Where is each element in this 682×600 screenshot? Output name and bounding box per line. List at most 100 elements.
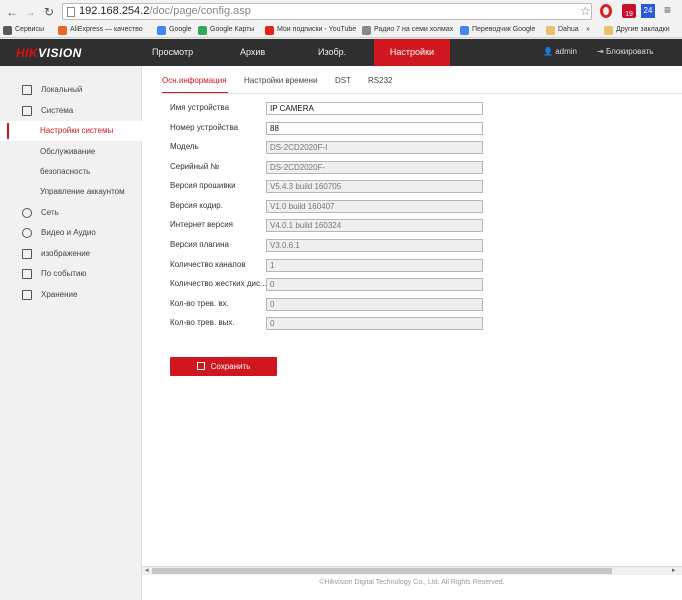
user-account[interactable]: 👤 admin	[543, 47, 577, 56]
field-label: Версия плагина	[170, 240, 229, 249]
alarm-input-count-field: 0	[266, 298, 483, 311]
sidebar-item-maintenance[interactable]: Обслуживание	[0, 142, 142, 162]
tab-divider	[162, 93, 682, 94]
scroll-left-icon[interactable]: ◂	[145, 566, 149, 574]
sidebar-item-system-settings[interactable]: Настройки системы	[0, 121, 142, 141]
username: admin	[555, 47, 577, 56]
main-panel: Осн.информация Настройки времени DST RS2…	[142, 66, 682, 600]
channel-count-field: 1	[266, 259, 483, 272]
tab-basic-info[interactable]: Осн.информация	[162, 76, 227, 85]
sidebar-item-label: Локальный	[41, 85, 83, 94]
browser-menu-icon[interactable]: ≡	[664, 3, 671, 17]
alarm-output-count-field: 0	[266, 317, 483, 330]
user-icon: 👤	[543, 47, 553, 56]
sidebar-item-user-management[interactable]: Управление аккаунтом	[0, 182, 142, 202]
bookmark-youtube[interactable]: Мои подписки - YouTube	[265, 24, 356, 36]
form-row-alarm-outputs: Кол-во трев. вых. 0	[170, 317, 490, 331]
sidebar-item-local[interactable]: Локальный	[0, 80, 142, 100]
sidebar-item-label: Настройки системы	[40, 126, 114, 135]
nav-playback[interactable]: Архив	[240, 39, 265, 66]
bookmark-dahua[interactable]: Dahua	[546, 24, 579, 36]
extension-counter-value: 24	[643, 6, 653, 15]
form-row-plugin-version: Версия плагина V3.0.6.1	[170, 239, 490, 253]
hikvision-logo: HIKVISION	[16, 46, 82, 60]
horizontal-scrollbar[interactable]: ◂ ▸	[142, 566, 682, 575]
translate-icon	[460, 25, 469, 35]
logout-button[interactable]: ⇥ Блокировать	[597, 47, 653, 56]
device-number-input[interactable]	[266, 122, 483, 135]
sidebar-item-storage[interactable]: Хранение	[0, 285, 142, 305]
form-row-hdd-count: Количество жестких дис... 0	[170, 278, 490, 292]
sidebar-item-label: Хранение	[41, 290, 78, 299]
form-row-encoder: Версия кодир. V1.0 build 160407	[170, 200, 490, 214]
bookmarks-bar: Сервисы AliExpress — качество Google Goo…	[0, 22, 682, 38]
extension-counter-icon[interactable]: 24	[641, 4, 655, 18]
bookmark-label: Google	[169, 26, 192, 33]
sidebar-item-label: По событию	[41, 269, 87, 278]
sidebar-item-security[interactable]: безопасность	[0, 162, 142, 182]
url-host: 192.168.254.2	[79, 5, 150, 17]
bookmarks-overflow[interactable]: »	[586, 24, 590, 36]
opera-icon[interactable]	[600, 4, 612, 18]
plugin-version-field: V3.0.6.1	[266, 239, 483, 252]
nav-configuration[interactable]: Настройки	[374, 39, 450, 66]
address-bar[interactable]: 192.168.254.2/doc/page/config.asp	[62, 3, 592, 20]
sidebar-item-label: Управление аккаунтом	[40, 187, 125, 196]
radio-icon	[362, 25, 371, 35]
field-label: Номер устройства	[170, 123, 239, 132]
bookmark-star-icon[interactable]: ☆	[580, 4, 591, 18]
logout-icon: ⇥	[597, 47, 604, 56]
sidebar-item-video-audio[interactable]: Видео и Аудио	[0, 223, 142, 243]
scroll-right-icon[interactable]: ▸	[672, 566, 676, 574]
nav-live-view[interactable]: Просмотр	[152, 39, 193, 66]
field-label: Кол-во трев. вых.	[170, 318, 235, 327]
bookmark-other[interactable]: Другие закладки	[604, 24, 670, 36]
scrollbar-thumb[interactable]	[152, 568, 612, 574]
extension-badge-icon[interactable]: 19	[622, 4, 636, 18]
sidebar-item-label: Система	[41, 106, 74, 115]
forward-arrow-icon[interactable]: →	[24, 5, 36, 19]
bookmark-translate[interactable]: Переводчик Google	[460, 24, 535, 36]
field-label: Имя устройства	[170, 103, 230, 112]
microphone-icon	[22, 228, 32, 238]
bookmark-services[interactable]: Сервисы	[3, 24, 44, 36]
bookmark-google[interactable]: Google	[157, 24, 192, 36]
apps-grid-icon	[3, 25, 12, 35]
device-name-input[interactable]	[266, 102, 483, 115]
sidebar-item-image[interactable]: изображение	[0, 244, 142, 264]
save-button-label: Сохранить	[210, 362, 251, 371]
sidebar-item-network[interactable]: Сеть	[0, 203, 142, 223]
back-arrow-icon[interactable]: ←	[6, 5, 18, 19]
field-label: Количество жестких дис...	[170, 279, 266, 288]
sidebar-item-system[interactable]: Система	[0, 101, 142, 121]
extension-badge-count: 19	[625, 11, 633, 18]
bookmark-label: Мои подписки - YouTube	[277, 26, 357, 33]
bookmark-label: AliExpress — качество	[70, 26, 143, 33]
reload-icon[interactable]: ↻	[44, 5, 54, 19]
form-row-firmware: Версия прошивки V5.4.3 build 160705	[170, 180, 490, 194]
save-button[interactable]: Сохранить	[170, 357, 277, 376]
bookmark-label: Google Карты	[210, 26, 255, 33]
bookmark-label: Радио 7 на семи холмах	[374, 26, 454, 33]
aliexpress-icon	[58, 25, 67, 35]
nav-picture[interactable]: Изобр.	[318, 39, 346, 66]
form-row-model: Модель DS-2CD2020F-I	[170, 141, 490, 155]
field-label: Версия кодир.	[170, 201, 223, 210]
folder-icon	[604, 25, 613, 35]
google-icon	[157, 25, 166, 35]
sidebar-item-event[interactable]: По событию	[0, 264, 142, 284]
bookmark-radio7[interactable]: Радио 7 на семи холмах	[362, 24, 453, 36]
bookmark-label: »	[586, 26, 590, 33]
field-label: Кол-во трев. вх.	[170, 299, 229, 308]
system-icon	[22, 106, 32, 116]
tab-time-settings[interactable]: Настройки времени	[244, 76, 317, 85]
tab-dst[interactable]: DST	[335, 76, 351, 85]
youtube-icon	[265, 25, 274, 35]
bookmark-google-maps[interactable]: Google Карты	[198, 24, 254, 36]
tab-rs232[interactable]: RS232	[368, 76, 392, 85]
page-icon	[67, 7, 75, 17]
bookmark-aliexpress[interactable]: AliExpress — качество	[58, 24, 143, 36]
field-label: Интернет версия	[170, 220, 233, 229]
save-disk-icon	[196, 362, 205, 370]
form-row-channels: Количество каналов 1	[170, 259, 490, 273]
